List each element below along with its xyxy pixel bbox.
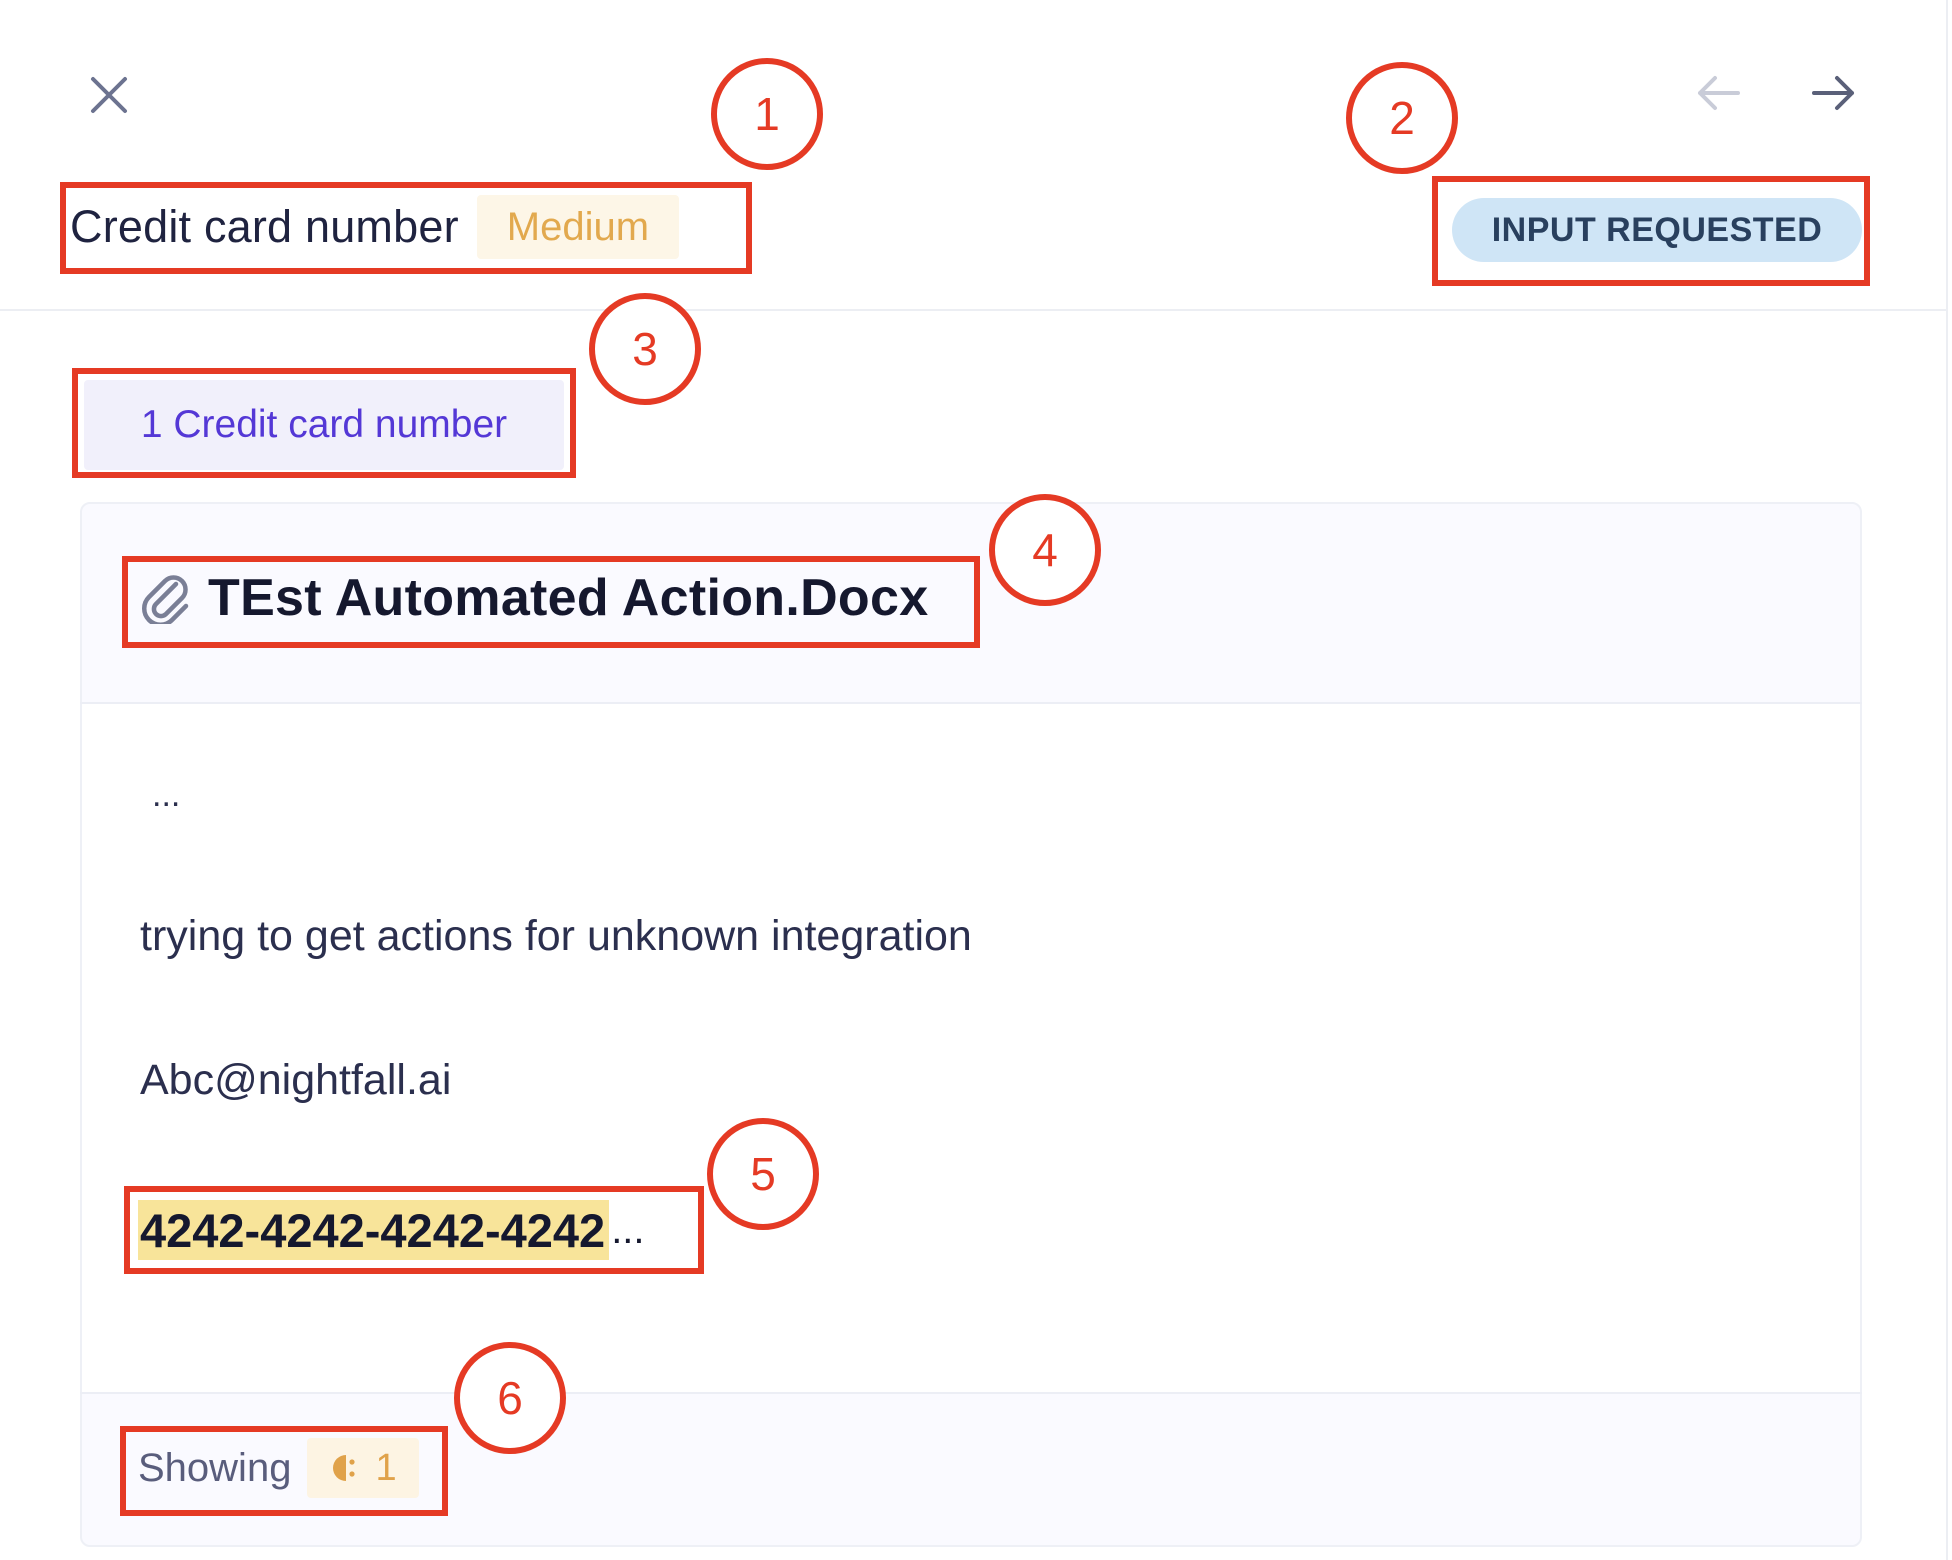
annotation-box-3 bbox=[72, 368, 576, 478]
annotation-marker-6: 6 bbox=[454, 1342, 566, 1454]
snippet-body bbox=[82, 704, 1860, 1392]
annotation-marker-5: 5 bbox=[707, 1118, 819, 1230]
annotation-marker-1: 1 bbox=[711, 58, 823, 170]
card-footer-divider bbox=[80, 1392, 1862, 1394]
header-divider bbox=[0, 309, 1946, 311]
arrow-left-icon bbox=[1698, 76, 1740, 110]
arrow-right-icon bbox=[1812, 76, 1854, 110]
close-button[interactable] bbox=[84, 70, 134, 120]
annotation-box-2 bbox=[1432, 176, 1870, 286]
snippet-line: trying to get actions for unknown integr… bbox=[140, 912, 972, 960]
annotation-box-4 bbox=[122, 556, 980, 648]
card-header-divider bbox=[80, 702, 1862, 704]
annotation-marker-4: 4 bbox=[989, 494, 1101, 606]
annotation-box-6 bbox=[120, 1426, 448, 1516]
panel-edge bbox=[1946, 0, 1948, 1560]
annotation-marker-3: 3 bbox=[589, 293, 701, 405]
close-icon bbox=[91, 77, 127, 113]
next-button[interactable] bbox=[1806, 68, 1862, 118]
annotation-box-1 bbox=[60, 182, 752, 274]
snippet-leading-ellipsis: ... bbox=[152, 776, 181, 814]
annotation-box-5 bbox=[124, 1186, 704, 1274]
annotation-marker-2: 2 bbox=[1346, 62, 1458, 174]
previous-button[interactable] bbox=[1690, 68, 1746, 118]
snippet-line: Abc@nightfall.ai bbox=[140, 1056, 452, 1104]
